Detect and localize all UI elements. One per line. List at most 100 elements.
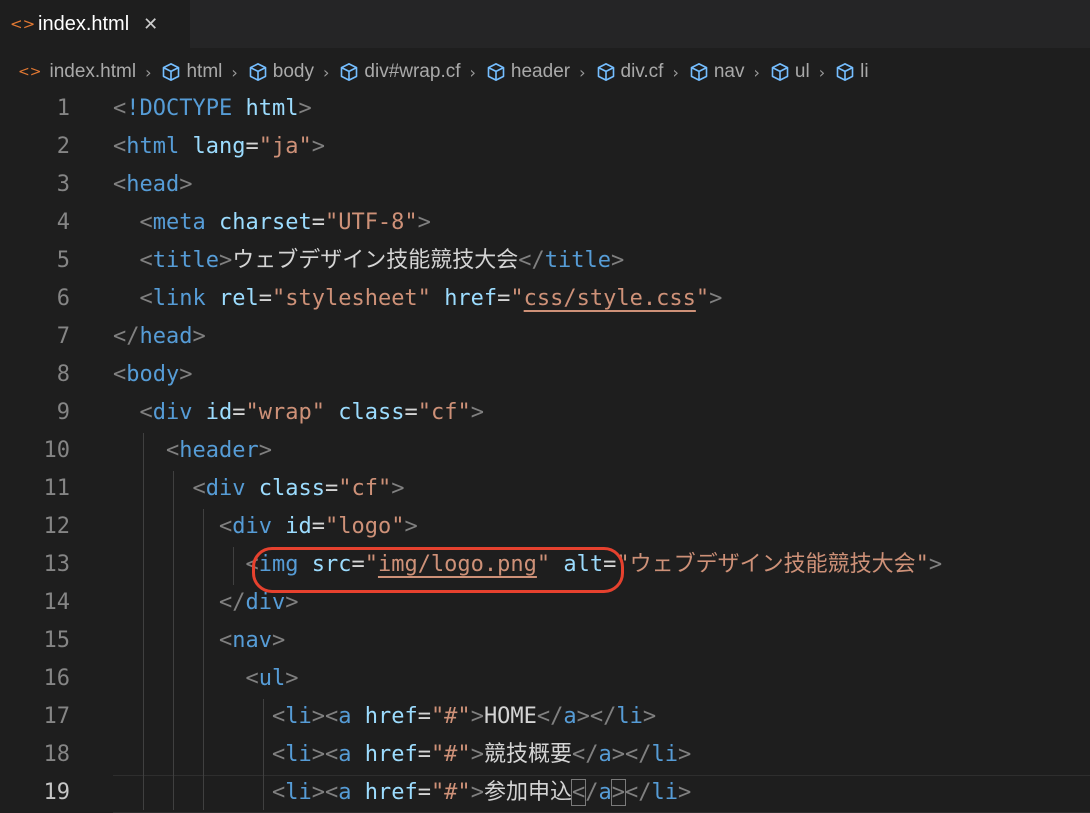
code-line[interactable]: 15 <nav> bbox=[0, 622, 1090, 660]
code-token: id bbox=[285, 514, 312, 539]
breadcrumb-item[interactable]: header bbox=[486, 61, 570, 83]
chevron-right-icon: › bbox=[145, 62, 152, 82]
tab-bar: <> index.html ✕ bbox=[0, 0, 1090, 48]
line-number: 17 bbox=[43, 704, 71, 729]
line-number: 12 bbox=[43, 514, 71, 539]
code-line[interactable]: 9 <div id="wrap" class="cf"> bbox=[0, 394, 1090, 432]
breadcrumb-item[interactable]: nav bbox=[689, 61, 744, 83]
code-token: "ja" bbox=[258, 134, 312, 159]
code-token: ></ bbox=[576, 704, 617, 729]
breadcrumb-label: index.html bbox=[49, 61, 137, 82]
code-line[interactable]: 19 <li><a href="#">参加申込</a></li> bbox=[0, 774, 1090, 812]
code-token: "stylesheet" bbox=[271, 286, 431, 311]
code-token: < bbox=[113, 134, 127, 159]
code-token: > bbox=[642, 704, 657, 729]
code-token: div bbox=[232, 514, 272, 539]
code-text: <head> bbox=[113, 166, 192, 204]
breadcrumb-item[interactable]: div#wrap.cf bbox=[339, 61, 461, 83]
code-token: div bbox=[205, 476, 246, 501]
close-icon[interactable]: ✕ bbox=[143, 14, 158, 35]
annotation-oval bbox=[252, 547, 624, 593]
element-cube-icon bbox=[339, 62, 364, 82]
code-line[interactable]: 12 <div id="logo"> bbox=[0, 508, 1090, 546]
code-token: > bbox=[179, 362, 193, 387]
code-token: > bbox=[404, 514, 418, 539]
code-line[interactable]: 1 <!DOCTYPE html> bbox=[0, 90, 1090, 128]
line-number: 10 bbox=[43, 438, 71, 463]
code-token: < bbox=[139, 400, 153, 425]
code-line[interactable]: 17 <li><a href="#">HOME</a></li> bbox=[0, 698, 1090, 736]
code-token: class bbox=[258, 476, 325, 501]
line-number: 14 bbox=[43, 590, 71, 615]
code-token: div bbox=[245, 590, 286, 615]
code-token: > bbox=[285, 666, 299, 691]
code-token: link bbox=[152, 286, 206, 311]
code-token: > bbox=[271, 628, 286, 653]
line-number: 16 bbox=[43, 666, 71, 691]
line-number: 6 bbox=[56, 286, 70, 311]
code-token: < bbox=[139, 248, 153, 273]
breadcrumb-label: div.cf bbox=[620, 61, 664, 82]
code-token: !DOCTYPE bbox=[126, 96, 233, 121]
code-line[interactable]: 16 <ul> bbox=[0, 660, 1090, 698]
code-text: </head> bbox=[113, 318, 206, 356]
breadcrumb-item[interactable]: body bbox=[248, 61, 314, 83]
code-token: head bbox=[139, 324, 193, 349]
breadcrumb-label: li bbox=[860, 61, 869, 82]
breadcrumb-label: ul bbox=[794, 61, 810, 82]
chevron-right-icon: › bbox=[323, 62, 330, 82]
line-number: 11 bbox=[43, 476, 71, 501]
code-token: title bbox=[544, 248, 611, 273]
code-text: <div class="cf"> bbox=[113, 470, 404, 508]
breadcrumb-item[interactable]: ul bbox=[770, 61, 810, 83]
code-line[interactable]: 5 <title>ウェブデザイン技能競技大会</title> bbox=[0, 242, 1090, 280]
breadcrumb-label: header bbox=[510, 61, 571, 82]
code-text: <html lang="ja"> bbox=[113, 128, 325, 166]
code-line[interactable]: 11 <div class="cf"> bbox=[0, 470, 1090, 508]
code-token: body bbox=[126, 362, 180, 387]
code-token: li bbox=[651, 780, 678, 805]
code-token: title bbox=[152, 248, 219, 273]
code-token: ウェブデザイン技能競技大会 bbox=[232, 248, 519, 273]
breadcrumb-item[interactable]: div.cf bbox=[596, 61, 664, 83]
code-token: charset bbox=[218, 210, 312, 235]
line-number: 1 bbox=[56, 96, 70, 121]
code-line[interactable]: 8 <body> bbox=[0, 356, 1090, 394]
code-token: "cf" bbox=[417, 400, 471, 425]
code-line[interactable]: 3 <head> bbox=[0, 166, 1090, 204]
element-cube-icon bbox=[596, 62, 621, 82]
code-line[interactable]: 4 <meta charset="UTF-8"> bbox=[0, 204, 1090, 242]
line-number: 2 bbox=[56, 134, 70, 159]
code-token: li bbox=[285, 780, 312, 805]
code-line[interactable]: 2 <html lang="ja"> bbox=[0, 128, 1090, 166]
breadcrumb-item[interactable]: li bbox=[835, 61, 869, 83]
code-token: = bbox=[245, 134, 259, 159]
code-line[interactable]: 18 <li><a href="#">競技概要</a></li> bbox=[0, 736, 1090, 774]
code-line[interactable]: 10 <header> bbox=[0, 432, 1090, 470]
code-editor[interactable]: 1 <!DOCTYPE html> 2 <html lang="ja"> 3 <head>… bbox=[0, 90, 1090, 813]
code-token: "#" bbox=[430, 780, 471, 805]
code-line[interactable]: 7 </head> bbox=[0, 318, 1090, 356]
line-number: 7 bbox=[56, 324, 70, 349]
code-token: </ bbox=[624, 780, 652, 805]
tab-index-html[interactable]: <> index.html ✕ bbox=[0, 0, 190, 48]
code-text: <ul> bbox=[113, 660, 298, 698]
code-line[interactable]: 6 <link rel="stylesheet" href="css/style… bbox=[0, 280, 1090, 318]
breadcrumb-item[interactable]: html bbox=[161, 61, 222, 83]
code-token: < bbox=[113, 96, 127, 121]
code-token: class bbox=[338, 400, 405, 425]
breadcrumb-item[interactable]: <> index.html bbox=[18, 61, 136, 83]
chevron-right-icon: › bbox=[753, 62, 760, 82]
code-token: < bbox=[245, 666, 259, 691]
